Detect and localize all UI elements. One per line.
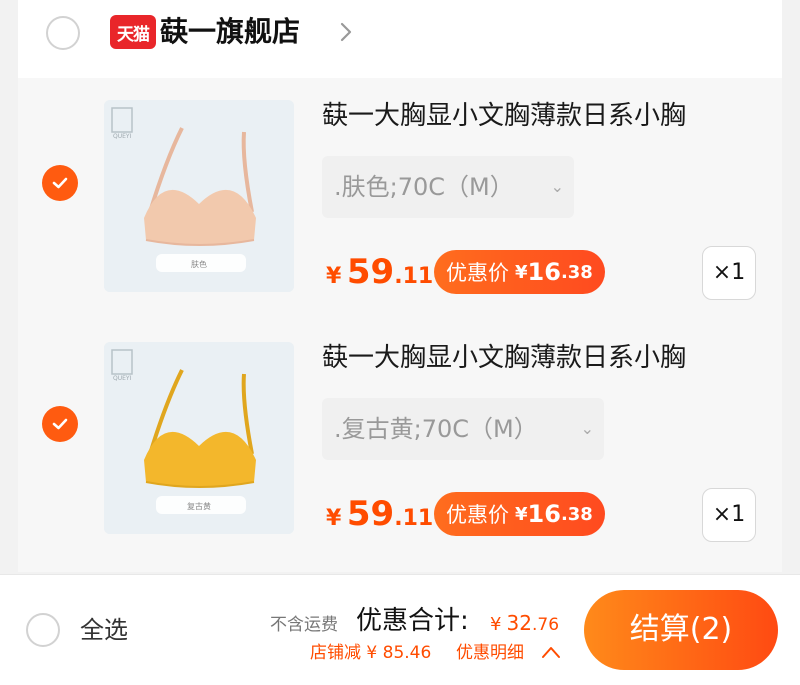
chevron-up-icon[interactable] <box>540 643 562 661</box>
sku-selector[interactable]: .复古黄;70C（M） ⌄ <box>322 398 604 460</box>
sku-selector[interactable]: .肤色;70C（M） ⌄ <box>322 156 574 218</box>
sku-value: .肤色;70C（M） <box>334 173 514 201</box>
svg-text:QUEYI: QUEYI <box>113 375 132 382</box>
chevron-down-icon: ⌄ <box>550 177 564 196</box>
product-title[interactable]: 蒛一大胸显小文胸薄款日系小胸 <box>322 98 686 134</box>
total-amount: ¥ 32.76 <box>490 611 560 635</box>
discount-details-link[interactable]: 优惠明细 <box>456 641 524 665</box>
tmall-badge: 天猫 <box>110 15 156 49</box>
product-title[interactable]: 蒛一大胸显小文胸薄款日系小胸 <box>322 340 686 376</box>
cart-items: QUEYI 肤色 蒛一大胸显小文胸薄款日系小胸 .肤色;70C（M） ⌄ ¥ 5… <box>18 78 782 572</box>
product-image[interactable]: QUEYI 肤色 <box>104 100 294 292</box>
product-price: ¥ 59.11 <box>326 252 434 292</box>
product-color-tag: 复古黄 <box>187 501 211 511</box>
store-select-radio[interactable] <box>46 16 80 50</box>
chevron-right-icon[interactable] <box>334 20 358 44</box>
store-name[interactable]: 蒛一旗舰店 <box>160 12 300 52</box>
promo-price-badge: 优惠价 ¥ 16.38 <box>434 250 605 294</box>
select-all-label[interactable]: 全选 <box>80 615 128 645</box>
select-all-radio[interactable] <box>26 613 60 647</box>
store-discount: 店铺减 ¥ 85.46 <box>310 643 432 663</box>
quantity-stepper[interactable]: ×1 <box>702 246 756 300</box>
checkout-bar: 全选 不含运费 优惠合计: ¥ 32.76 店铺减 ¥ 85.46 优惠明细 结… <box>0 574 800 685</box>
product-color-tag: 肤色 <box>191 259 207 269</box>
checkout-button[interactable]: 结算(2) <box>584 590 778 670</box>
item-check-icon[interactable] <box>42 165 78 201</box>
quantity-stepper[interactable]: ×1 <box>702 488 756 542</box>
sku-value: .复古黄;70C（M） <box>334 415 538 443</box>
product-price: ¥ 59.11 <box>326 494 434 534</box>
svg-text:QUEYI: QUEYI <box>113 133 132 140</box>
store-header: 天猫 蒛一旗舰店 <box>18 0 782 78</box>
shipping-note: 不含运费 <box>270 615 338 635</box>
item-check-icon[interactable] <box>42 406 78 442</box>
product-image[interactable]: QUEYI 复古黄 <box>104 342 294 534</box>
promo-price-badge: 优惠价 ¥ 16.38 <box>434 492 605 536</box>
chevron-down-icon: ⌄ <box>580 419 594 438</box>
store-card: 天猫 蒛一旗舰店 QUEYI 肤色 蒛一大胸显小文胸薄款日系小胸 .肤色;70C… <box>18 0 782 572</box>
total-label: 优惠合计: <box>356 606 469 636</box>
